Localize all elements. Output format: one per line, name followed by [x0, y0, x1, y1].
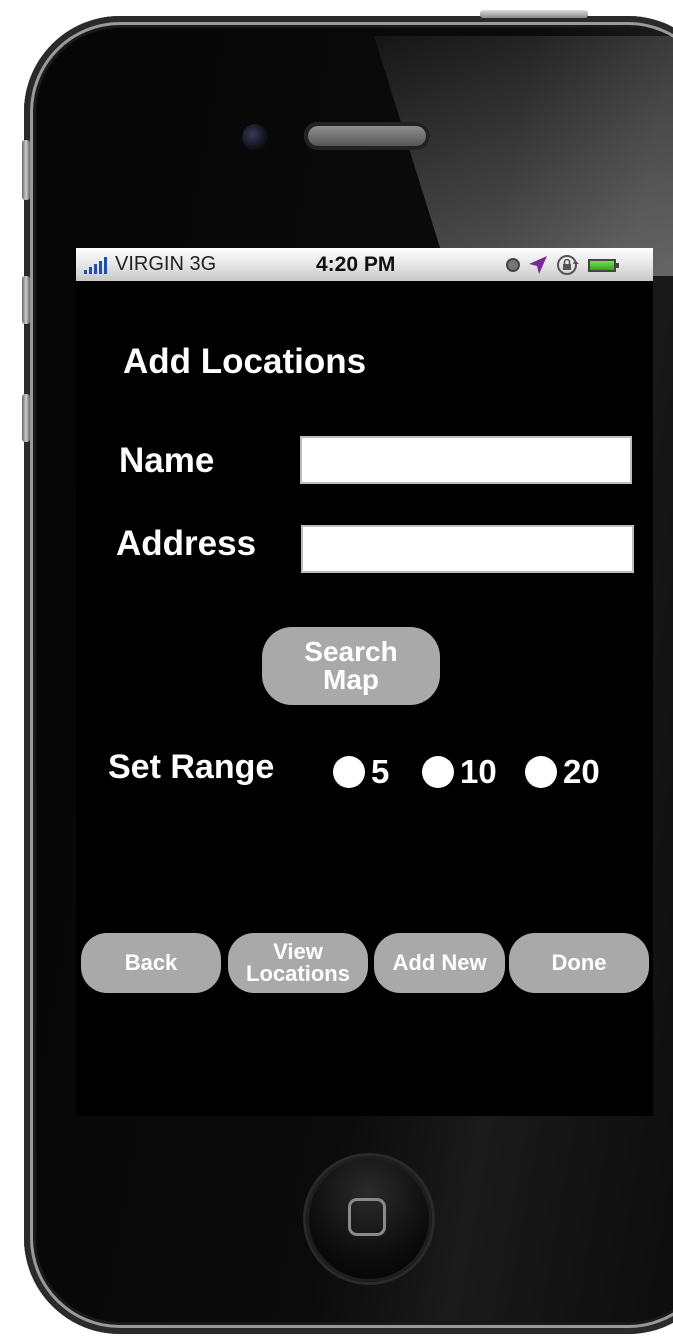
- address-label: Address: [116, 524, 257, 563]
- name-input[interactable]: [300, 436, 632, 484]
- home-square-icon: [348, 1198, 386, 1236]
- search-map-button[interactable]: Search Map: [262, 627, 440, 705]
- search-map-label-line2: Map: [323, 664, 379, 695]
- signal-icon: [84, 257, 107, 274]
- location-arrow-icon: [529, 256, 547, 274]
- status-bar: VIRGIN 3G 4:20 PM: [76, 248, 653, 281]
- battery-icon: [588, 258, 619, 272]
- alarm-icon: [506, 258, 520, 272]
- add-new-label: Add New: [392, 950, 487, 975]
- front-camera: [242, 124, 268, 150]
- phone-glare: [374, 36, 673, 276]
- search-map-label: Search Map: [304, 638, 397, 694]
- range-option-20[interactable]: 20: [525, 753, 600, 791]
- mute-switch: [22, 140, 30, 200]
- phone-screen: VIRGIN 3G 4:20 PM Add Locations Name Add…: [76, 248, 653, 1116]
- name-label: Name: [119, 441, 215, 480]
- sleep-button: [480, 10, 588, 18]
- range-option-label: 5: [371, 753, 390, 790]
- page-title: Add Locations: [123, 342, 367, 381]
- done-label: Done: [551, 950, 607, 975]
- add-new-button[interactable]: Add New: [374, 933, 505, 993]
- view-locations-label: View Locations: [246, 941, 350, 985]
- range-option-label: 20: [563, 753, 600, 790]
- status-time: 4:20 PM: [316, 253, 396, 276]
- range-option-label: 10: [460, 753, 497, 790]
- carrier-label: VIRGIN 3G: [115, 253, 217, 275]
- search-map-label-line1: Search: [304, 636, 398, 667]
- volume-down-button: [22, 394, 30, 442]
- radio-circle-icon: [422, 756, 454, 788]
- range-option-10[interactable]: 10: [422, 753, 497, 791]
- set-range-label: Set Range: [108, 748, 275, 786]
- home-button[interactable]: [306, 1156, 432, 1282]
- rotation-lock-icon: [557, 255, 579, 275]
- view-locations-label-line2: Locations: [246, 961, 350, 986]
- volume-up-button: [22, 276, 30, 324]
- view-locations-button[interactable]: View Locations: [228, 933, 368, 993]
- back-button-label: Back: [124, 950, 178, 975]
- radio-circle-icon: [333, 756, 365, 788]
- page: VIRGIN 3G 4:20 PM Add Locations Name Add…: [0, 0, 673, 1336]
- range-option-5[interactable]: 5: [333, 753, 389, 791]
- done-button[interactable]: Done: [509, 933, 649, 993]
- address-input[interactable]: [301, 525, 634, 573]
- back-button[interactable]: Back: [81, 933, 221, 993]
- radio-circle-icon: [525, 756, 557, 788]
- status-icons: [506, 254, 619, 276]
- earpiece-speaker: [304, 122, 430, 150]
